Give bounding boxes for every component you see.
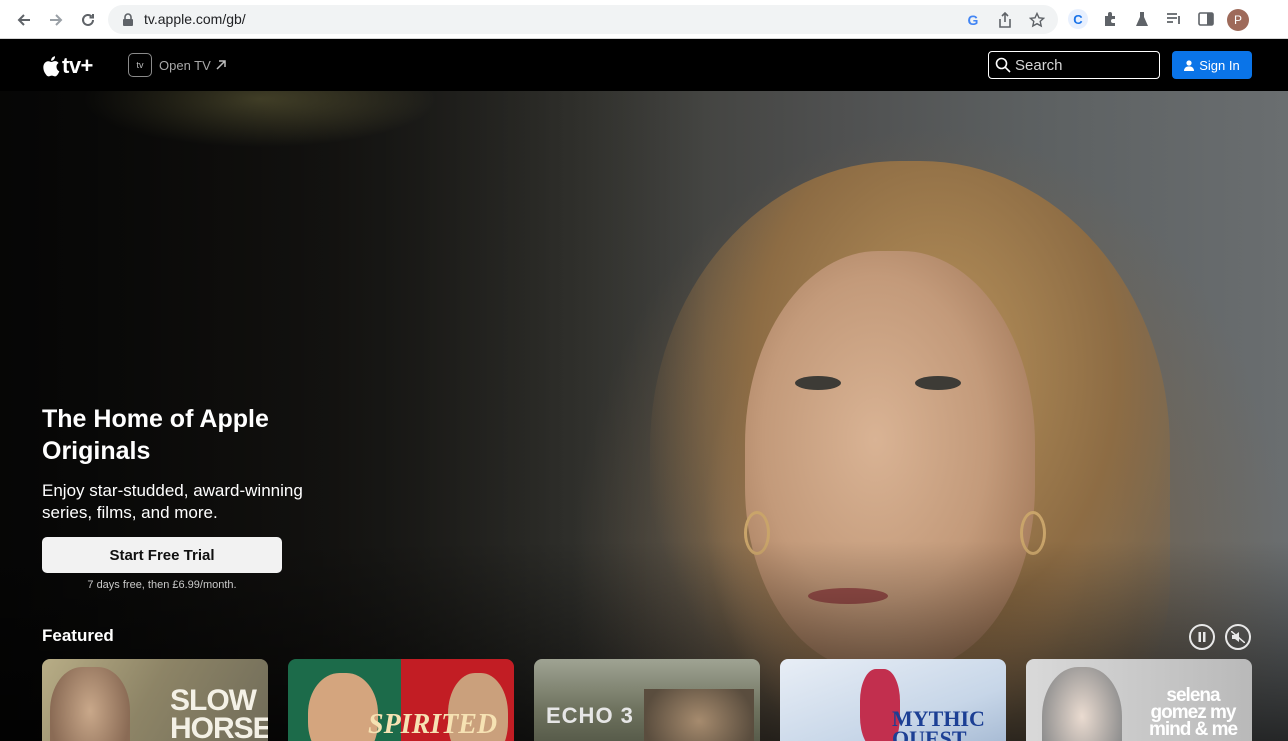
search-field[interactable] bbox=[988, 51, 1160, 79]
reading-list-icon[interactable] bbox=[1164, 9, 1184, 29]
featured-card[interactable]: SPIRITED bbox=[288, 659, 514, 741]
search-input[interactable] bbox=[1015, 56, 1155, 74]
card-title: selena gomez my mind & me bbox=[1148, 685, 1238, 740]
card-title: ECHO 3 bbox=[546, 703, 634, 728]
hero-title: The Home of Apple Originals bbox=[42, 405, 269, 465]
reload-icon[interactable] bbox=[76, 8, 100, 32]
share-icon[interactable] bbox=[997, 12, 1013, 28]
tv-app-icon-text: tv bbox=[136, 60, 144, 70]
featured-card[interactable]: MYTHIC QUEST bbox=[780, 659, 1006, 741]
start-free-trial-button[interactable]: Start Free Trial bbox=[42, 537, 282, 573]
hero-subtitle: Enjoy star-studded, award-winning series… bbox=[42, 481, 303, 522]
bookmark-star-icon[interactable] bbox=[1029, 12, 1045, 28]
open-tv-link[interactable]: tv Open TV bbox=[128, 53, 227, 77]
featured-card[interactable]: SLOW HORSES bbox=[42, 659, 268, 741]
lock-icon[interactable] bbox=[120, 12, 136, 28]
card-art bbox=[50, 667, 130, 741]
browser-toolbar: tv.apple.com/gb/ G C P bbox=[0, 0, 1288, 39]
back-icon[interactable] bbox=[12, 8, 36, 32]
extension-c-icon[interactable]: C bbox=[1068, 9, 1088, 29]
apple-tv-plus-logo[interactable]: tv+ bbox=[42, 53, 93, 79]
open-tv-label: Open TV bbox=[159, 57, 211, 73]
sign-in-button[interactable]: Sign In bbox=[1172, 51, 1252, 79]
external-arrow-icon bbox=[216, 60, 226, 70]
google-icon[interactable]: G bbox=[965, 12, 981, 28]
card-title: SPIRITED bbox=[368, 709, 498, 740]
mute-button[interactable] bbox=[1225, 624, 1251, 650]
apple-logo-icon bbox=[43, 56, 60, 77]
app-header: tv+ tv Open TV Sign In bbox=[0, 39, 1288, 91]
search-icon bbox=[995, 57, 1011, 73]
forward-icon[interactable] bbox=[44, 8, 68, 32]
featured-card[interactable]: selena gomez my mind & me bbox=[1026, 659, 1252, 741]
muted-speaker-icon bbox=[1231, 631, 1245, 643]
extensions-puzzle-icon[interactable] bbox=[1100, 9, 1120, 29]
card-title: MYTHIC QUEST bbox=[892, 706, 985, 741]
labs-flask-icon[interactable] bbox=[1132, 9, 1152, 29]
person-icon bbox=[1184, 59, 1195, 71]
pause-icon bbox=[1198, 632, 1206, 642]
address-bar[interactable]: tv.apple.com/gb/ G bbox=[108, 5, 1058, 34]
tv-app-icon: tv bbox=[128, 53, 152, 77]
sign-in-label: Sign In bbox=[1199, 57, 1240, 73]
trial-price-note: 7 days free, then £6.99/month. bbox=[87, 579, 237, 591]
card-title: SLOW HORSES bbox=[170, 684, 268, 741]
card-art bbox=[1042, 667, 1122, 741]
pause-button[interactable] bbox=[1189, 624, 1215, 650]
url-text[interactable]: tv.apple.com/gb/ bbox=[144, 11, 246, 27]
featured-card[interactable]: ECHO 3 bbox=[534, 659, 760, 741]
profile-avatar[interactable]: P bbox=[1227, 9, 1249, 31]
featured-heading: Featured bbox=[42, 626, 114, 645]
side-panel-icon[interactable] bbox=[1196, 9, 1216, 29]
logo-text: tv+ bbox=[62, 53, 93, 78]
card-art bbox=[644, 689, 754, 741]
hero-section: The Home of Apple Originals Enjoy star-s… bbox=[0, 91, 1288, 741]
